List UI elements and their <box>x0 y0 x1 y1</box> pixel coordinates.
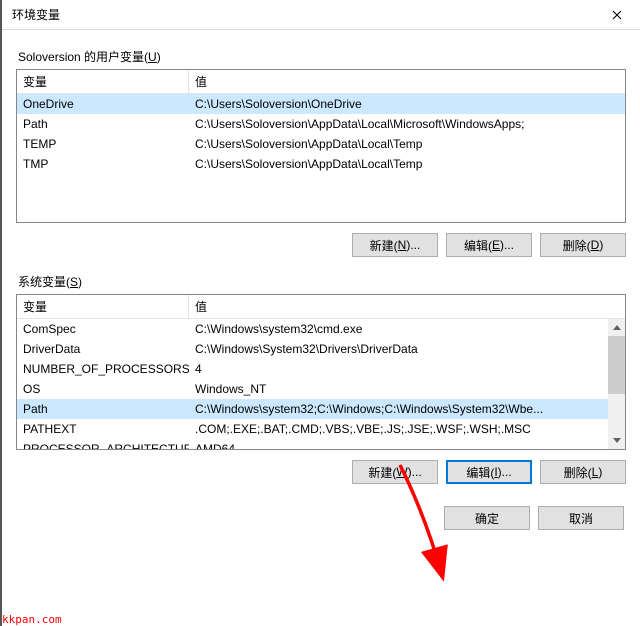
variable-name-cell: Path <box>17 117 189 131</box>
chevron-down-icon <box>613 438 621 443</box>
variable-value-cell: C:\Users\Soloversion\AppData\Local\Micro… <box>189 117 625 131</box>
user-edit-button[interactable]: 编辑(E)... <box>446 233 532 257</box>
variable-value-cell: AMD64 <box>189 442 608 450</box>
variable-value-cell: C:\Windows\system32;C:\Windows;C:\Window… <box>189 402 608 416</box>
window-title: 环境变量 <box>12 6 60 23</box>
table-row[interactable]: TMPC:\Users\Soloversion\AppData\Local\Te… <box>17 154 625 174</box>
cancel-button[interactable]: 取消 <box>538 506 624 530</box>
env-variables-dialog: 环境变量 Soloversion 的用户变量(U) 变量 值 OneDriveC… <box>0 0 640 626</box>
system-button-row: 新建(W)... 编辑(I)... 删除(L) <box>16 460 626 484</box>
variable-name-cell: TMP <box>17 157 189 171</box>
ok-button[interactable]: 确定 <box>444 506 530 530</box>
column-name-header[interactable]: 变量 <box>17 70 189 93</box>
system-variables-label: 系统变量(S) <box>18 273 626 290</box>
watermark-text: kkpan.com <box>0 613 64 626</box>
system-new-button[interactable]: 新建(W)... <box>352 460 438 484</box>
variable-name-cell: Path <box>17 402 189 416</box>
table-row[interactable]: TEMPC:\Users\Soloversion\AppData\Local\T… <box>17 134 625 154</box>
variable-name-cell: ComSpec <box>17 322 189 336</box>
variable-name-cell: OS <box>17 382 189 396</box>
user-delete-button[interactable]: 删除(D) <box>540 233 626 257</box>
scroll-up-button[interactable] <box>608 319 625 336</box>
scrollbar[interactable] <box>608 319 625 449</box>
user-new-button[interactable]: 新建(N)... <box>352 233 438 257</box>
variable-name-cell: PROCESSOR_ARCHITECTURE <box>17 442 189 450</box>
user-variables-label: Soloversion 的用户变量(U) <box>18 48 626 65</box>
variable-value-cell: C:\Windows\System32\Drivers\DriverData <box>189 342 608 356</box>
variable-name-cell: DriverData <box>17 342 189 356</box>
scroll-down-button[interactable] <box>608 432 625 449</box>
column-value-header[interactable]: 值 <box>189 295 625 318</box>
scroll-thumb[interactable] <box>608 336 625 394</box>
variable-name-cell: PATHEXT <box>17 422 189 436</box>
variable-name-cell: TEMP <box>17 137 189 151</box>
variable-value-cell: C:\Windows\system32\cmd.exe <box>189 322 608 336</box>
table-row[interactable]: PathC:\Users\Soloversion\AppData\Local\M… <box>17 114 625 134</box>
variable-value-cell: C:\Users\Soloversion\AppData\Local\Temp <box>189 137 625 151</box>
list-header[interactable]: 变量 值 <box>17 70 625 94</box>
variable-name-cell: OneDrive <box>17 97 189 111</box>
chevron-up-icon <box>613 325 621 330</box>
variable-value-cell: C:\Users\Soloversion\AppData\Local\Temp <box>189 157 625 171</box>
variable-value-cell: 4 <box>189 362 608 376</box>
table-row[interactable]: PROCESSOR_ARCHITECTUREAMD64 <box>17 439 608 450</box>
system-variables-group: 系统变量(S) 变量 值 ComSpecC:\Windows\system32\… <box>16 273 626 484</box>
system-variables-list[interactable]: 变量 值 ComSpecC:\Windows\system32\cmd.exeD… <box>16 294 626 450</box>
dialog-body: Soloversion 的用户变量(U) 变量 值 OneDriveC:\Use… <box>2 30 640 626</box>
list-header[interactable]: 变量 值 <box>17 295 625 319</box>
variable-value-cell: C:\Users\Soloversion\OneDrive <box>189 97 625 111</box>
table-row[interactable]: PATHEXT.COM;.EXE;.BAT;.CMD;.VBS;.VBE;.JS… <box>17 419 608 439</box>
table-row[interactable]: OneDriveC:\Users\Soloversion\OneDrive <box>17 94 625 114</box>
table-row[interactable]: PathC:\Windows\system32;C:\Windows;C:\Wi… <box>17 399 608 419</box>
table-row[interactable]: NUMBER_OF_PROCESSORS4 <box>17 359 608 379</box>
close-button[interactable] <box>594 0 640 30</box>
scroll-track[interactable] <box>608 336 625 432</box>
user-variables-list[interactable]: 变量 值 OneDriveC:\Users\Soloversion\OneDri… <box>16 69 626 223</box>
column-value-header[interactable]: 值 <box>189 70 625 93</box>
user-variables-group: Soloversion 的用户变量(U) 变量 值 OneDriveC:\Use… <box>16 48 626 257</box>
system-delete-button[interactable]: 删除(L) <box>540 460 626 484</box>
table-row[interactable]: ComSpecC:\Windows\system32\cmd.exe <box>17 319 608 339</box>
column-name-header[interactable]: 变量 <box>17 295 189 318</box>
close-icon <box>612 10 622 20</box>
table-row[interactable]: DriverDataC:\Windows\System32\Drivers\Dr… <box>17 339 608 359</box>
variable-value-cell: Windows_NT <box>189 382 608 396</box>
system-edit-button[interactable]: 编辑(I)... <box>446 460 532 484</box>
table-row[interactable]: OSWindows_NT <box>17 379 608 399</box>
variable-value-cell: .COM;.EXE;.BAT;.CMD;.VBS;.VBE;.JS;.JSE;.… <box>189 422 608 436</box>
titlebar: 环境变量 <box>2 0 640 30</box>
variable-name-cell: NUMBER_OF_PROCESSORS <box>17 362 189 376</box>
dialog-button-row: 确定 取消 <box>16 506 626 530</box>
user-button-row: 新建(N)... 编辑(E)... 删除(D) <box>16 233 626 257</box>
